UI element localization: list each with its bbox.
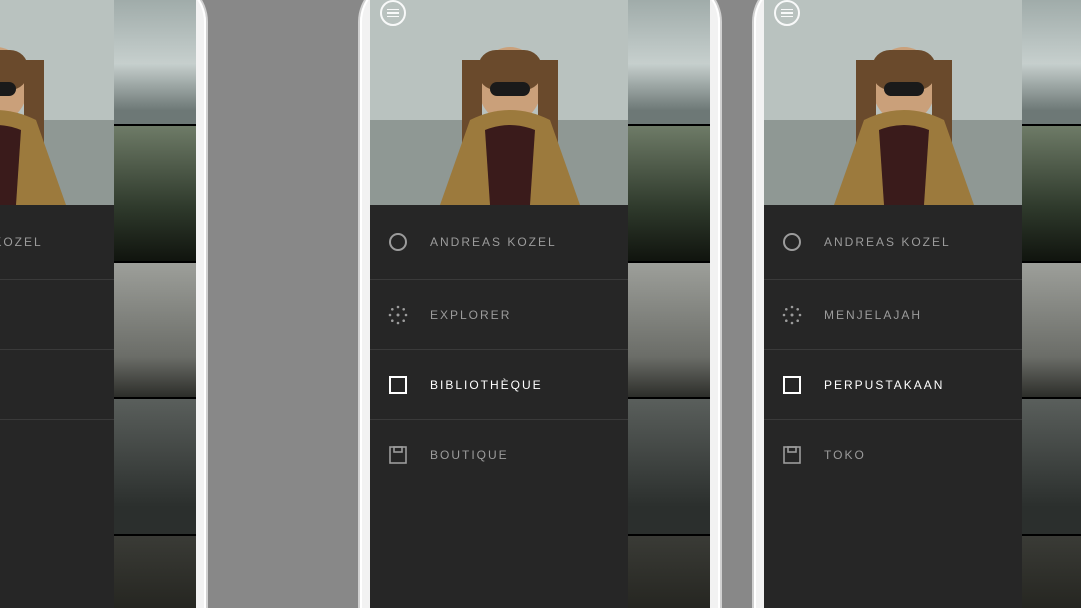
nav-label: PERPUSTAKAAN bbox=[824, 378, 944, 392]
nav-label: MENJELAJAH bbox=[824, 308, 922, 322]
nav-explore[interactable]: MENJELAJAH bbox=[764, 279, 1022, 349]
nav-list: ANDREAS KOZEL 探索 图库 bbox=[0, 205, 114, 608]
nav-library[interactable]: PERPUSTAKAAN bbox=[764, 349, 1022, 419]
phone-frame: ANDREAS KOZEL MENJELAJAH PERPUSTAKAAN bbox=[754, 0, 1081, 608]
square-outline-icon bbox=[388, 375, 408, 395]
phone-screen: ANDREAS KOZEL 探索 图库 bbox=[0, 0, 196, 608]
three-phone-layout: ANDREAS KOZEL 探索 图库 bbox=[0, 0, 1081, 608]
sidebar: ANDREAS KOZEL MENJELAJAH PERPUSTAKAAN bbox=[764, 0, 1022, 608]
nav-library[interactable]: 图库 bbox=[0, 349, 114, 419]
nav-label: ANDREAS KOZEL bbox=[430, 235, 557, 249]
dotted-ring-icon bbox=[388, 305, 408, 325]
nav-profile[interactable]: ANDREAS KOZEL bbox=[0, 205, 114, 279]
avatar[interactable] bbox=[370, 0, 628, 205]
nav-label: BIBLIOTHÈQUE bbox=[430, 378, 543, 392]
avatar[interactable] bbox=[764, 0, 1022, 205]
nav-label: EXPLORER bbox=[430, 308, 511, 322]
phone-screen: ANDREAS KOZEL EXPLORER BIBLIOTHÈQUE bbox=[370, 0, 710, 608]
nav-label: ANDREAS KOZEL bbox=[0, 235, 43, 249]
nav-store[interactable]: 商店 bbox=[0, 419, 114, 489]
phone-frame: ANDREAS KOZEL EXPLORER BIBLIOTHÈQUE bbox=[360, 0, 720, 608]
circle-outline-icon bbox=[782, 232, 802, 252]
nav-store[interactable]: BOUTIQUE bbox=[370, 419, 628, 489]
nav-profile[interactable]: ANDREAS KOZEL bbox=[370, 205, 628, 279]
nav-list: ANDREAS KOZEL MENJELAJAH PERPUSTAKAAN bbox=[764, 205, 1022, 608]
circle-outline-icon bbox=[388, 232, 408, 252]
phone-screen: ANDREAS KOZEL MENJELAJAH PERPUSTAKAAN bbox=[764, 0, 1081, 608]
nav-store[interactable]: TOKO bbox=[764, 419, 1022, 489]
nav-label: BOUTIQUE bbox=[430, 448, 509, 462]
nav-explore[interactable]: 探索 bbox=[0, 279, 114, 349]
avatar[interactable] bbox=[0, 0, 114, 205]
nav-label: ANDREAS KOZEL bbox=[824, 235, 951, 249]
sidebar: ANDREAS KOZEL EXPLORER BIBLIOTHÈQUE bbox=[370, 0, 628, 608]
phone-frame: ANDREAS KOZEL 探索 图库 bbox=[0, 0, 206, 608]
nav-list: ANDREAS KOZEL EXPLORER BIBLIOTHÈQUE bbox=[370, 205, 628, 608]
storefront-icon bbox=[388, 445, 408, 465]
storefront-icon bbox=[782, 445, 802, 465]
dotted-ring-icon bbox=[782, 305, 802, 325]
hamburger-circle-icon[interactable] bbox=[774, 0, 800, 26]
hamburger-circle-icon[interactable] bbox=[380, 0, 406, 26]
sidebar: ANDREAS KOZEL 探索 图库 bbox=[0, 0, 114, 608]
nav-label: TOKO bbox=[824, 448, 866, 462]
nav-library[interactable]: BIBLIOTHÈQUE bbox=[370, 349, 628, 419]
square-outline-icon bbox=[782, 375, 802, 395]
nav-profile[interactable]: ANDREAS KOZEL bbox=[764, 205, 1022, 279]
nav-explore[interactable]: EXPLORER bbox=[370, 279, 628, 349]
